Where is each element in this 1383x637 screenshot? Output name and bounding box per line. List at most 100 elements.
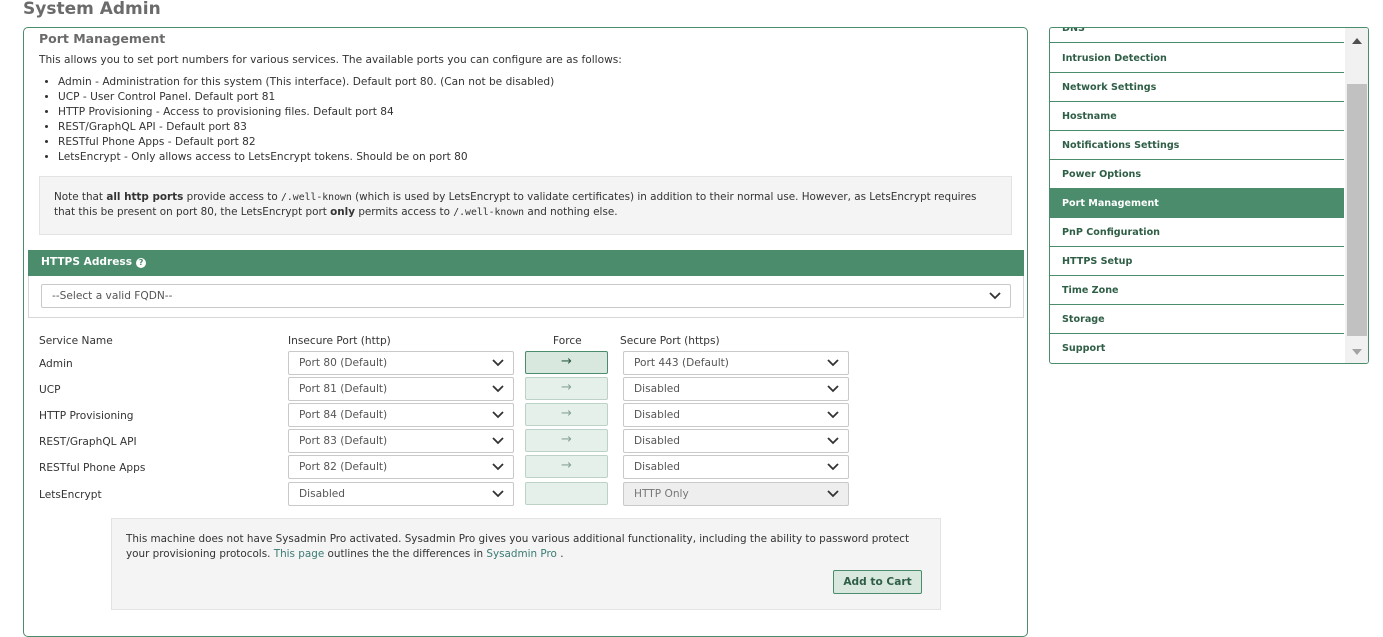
service-name-letsencrypt: LetsEncrypt bbox=[39, 489, 102, 501]
chevron-down-icon bbox=[491, 435, 505, 447]
note-text: provide access to bbox=[183, 191, 281, 203]
list-item: RESTful Phone Apps - Default port 82 bbox=[58, 135, 554, 150]
scrollbar-thumb[interactable] bbox=[1347, 84, 1367, 336]
sidebar-item-dns[interactable]: DNS bbox=[1050, 28, 1344, 43]
list-item: UCP - User Control Panel. Default port 8… bbox=[58, 90, 554, 105]
insecure-port-select-restful-phone-apps[interactable]: Port 82 (Default) bbox=[288, 455, 514, 479]
force-https-toggle-rest-graphql-api[interactable]: → bbox=[525, 429, 608, 452]
sidebar-item-storage[interactable]: Storage bbox=[1050, 305, 1344, 334]
note-bold: all http ports bbox=[106, 191, 184, 203]
header-service-name: Service Name bbox=[39, 335, 113, 347]
insecure-port-select-http-provisioning[interactable]: Port 84 (Default) bbox=[288, 403, 514, 427]
select-value: Port 81 (Default) bbox=[299, 383, 388, 395]
select-value: HTTP Only bbox=[634, 488, 689, 500]
sidebar-nav: DNS Intrusion Detection Network Settings… bbox=[1049, 27, 1369, 364]
secure-port-select-http-provisioning[interactable]: Disabled bbox=[623, 403, 849, 427]
header-force: Force bbox=[553, 335, 582, 347]
force-https-toggle-admin[interactable]: → bbox=[525, 351, 608, 374]
secure-port-select-admin[interactable]: Port 443 (Default) bbox=[623, 351, 849, 375]
service-name-rest-graphql-api: REST/GraphQL API bbox=[39, 436, 137, 448]
note-bold: only bbox=[330, 206, 356, 218]
chevron-down-icon bbox=[826, 461, 840, 473]
header-insecure-port: Insecure Port (http) bbox=[288, 335, 391, 347]
fqdn-select[interactable]: --Select a valid FQDN-- bbox=[41, 284, 1011, 308]
insecure-port-select-letsencrypt[interactable]: Disabled bbox=[288, 482, 514, 506]
chevron-down-icon bbox=[826, 357, 840, 369]
this-page-link[interactable]: This page bbox=[274, 548, 325, 560]
panel-title: Port Management bbox=[39, 31, 166, 46]
secure-port-select-restful-phone-apps[interactable]: Disabled bbox=[623, 455, 849, 479]
note-code: /.well-known bbox=[281, 192, 352, 203]
fqdn-section: --Select a valid FQDN-- bbox=[28, 276, 1024, 318]
sidebar-item-intrusion-detection[interactable]: Intrusion Detection bbox=[1050, 44, 1344, 73]
force-https-toggle-ucp[interactable]: → bbox=[525, 377, 608, 400]
select-value: Disabled bbox=[634, 383, 681, 395]
chevron-down-icon bbox=[491, 461, 505, 473]
chevron-down-icon bbox=[826, 488, 840, 500]
chevron-down-icon bbox=[491, 357, 505, 369]
sidebar-item-pnp-configuration[interactable]: PnP Configuration bbox=[1050, 218, 1344, 247]
chevron-down-icon bbox=[491, 383, 505, 395]
force-https-toggle-restful-phone-apps[interactable]: → bbox=[525, 455, 608, 478]
sidebar-item-support[interactable]: Support bbox=[1050, 334, 1344, 363]
intro-text: This allows you to set port numbers for … bbox=[39, 54, 622, 66]
sidebar-item-https-setup[interactable]: HTTPS Setup bbox=[1050, 247, 1344, 276]
note-code: /.well-known bbox=[453, 207, 525, 218]
force-https-toggle-letsencrypt bbox=[525, 482, 608, 505]
chevron-down-icon bbox=[826, 383, 840, 395]
service-name-http-provisioning: HTTP Provisioning bbox=[39, 410, 134, 422]
sidebar-item-time-zone[interactable]: Time Zone bbox=[1050, 276, 1344, 305]
question-circle-icon[interactable]: ? bbox=[136, 258, 147, 268]
select-value: Disabled bbox=[634, 435, 681, 447]
list-item: REST/GraphQL API - Default port 83 bbox=[58, 120, 554, 135]
well-known-note: Note that all http ports provide access … bbox=[39, 176, 1012, 235]
header-secure-port: Secure Port (https) bbox=[620, 335, 720, 347]
insecure-port-select-ucp[interactable]: Port 81 (Default) bbox=[288, 377, 514, 401]
fqdn-select-value: --Select a valid FQDN-- bbox=[52, 290, 173, 302]
secure-port-select-letsencrypt: HTTP Only bbox=[623, 482, 849, 506]
page-title: System Admin bbox=[23, 0, 161, 19]
select-value: Disabled bbox=[634, 461, 681, 473]
note-text: Note that bbox=[54, 191, 107, 203]
secure-port-select-ucp[interactable]: Disabled bbox=[623, 377, 849, 401]
scroll-up-arrow-icon[interactable] bbox=[1351, 36, 1363, 46]
port-management-panel: Port Management This allows you to set p… bbox=[23, 27, 1028, 637]
service-name-restful-phone-apps: RESTful Phone Apps bbox=[39, 462, 146, 474]
list-item: LetsEncrypt - Only allows access to Lets… bbox=[58, 150, 554, 165]
select-value: Port 443 (Default) bbox=[634, 357, 729, 369]
sysadmin-pro-link[interactable]: Sysadmin Pro bbox=[486, 548, 557, 560]
note-text: permits access to bbox=[355, 206, 454, 218]
list-item: HTTP Provisioning - Access to provisioni… bbox=[58, 105, 554, 120]
select-value: Port 82 (Default) bbox=[299, 461, 388, 473]
chevron-down-icon bbox=[491, 409, 505, 421]
force-https-toggle-http-provisioning[interactable]: → bbox=[525, 403, 608, 426]
add-to-cart-button[interactable]: Add to Cart bbox=[833, 570, 922, 594]
select-value: Port 80 (Default) bbox=[299, 357, 388, 369]
chevron-down-icon bbox=[826, 409, 840, 421]
https-address-header: HTTPS Address? bbox=[28, 250, 1024, 276]
secure-port-select-rest-graphql-api[interactable]: Disabled bbox=[623, 429, 849, 453]
sidebar-item-power-options[interactable]: Power Options bbox=[1050, 160, 1344, 189]
pro-text: outlines the the differences in bbox=[324, 548, 487, 560]
scroll-down-arrow-icon[interactable] bbox=[1351, 347, 1363, 357]
sysadmin-pro-notice: This machine does not have Sysadmin Pro … bbox=[111, 518, 941, 610]
select-value: Disabled bbox=[299, 488, 346, 500]
sidebar-item-hostname[interactable]: Hostname bbox=[1050, 102, 1344, 131]
sidebar-scrollbar[interactable] bbox=[1345, 28, 1368, 363]
note-text: and nothing else. bbox=[524, 206, 618, 218]
select-value: Disabled bbox=[634, 409, 681, 421]
select-value: Port 84 (Default) bbox=[299, 409, 388, 421]
insecure-port-select-rest-graphql-api[interactable]: Port 83 (Default) bbox=[288, 429, 514, 453]
chevron-down-icon bbox=[826, 435, 840, 447]
chevron-down-icon bbox=[988, 290, 1002, 302]
insecure-port-select-admin[interactable]: Port 80 (Default) bbox=[288, 351, 514, 375]
https-address-label: HTTPS Address bbox=[41, 256, 133, 268]
chevron-down-icon bbox=[491, 488, 505, 500]
service-name-admin: Admin bbox=[39, 358, 73, 370]
service-name-ucp: UCP bbox=[39, 384, 61, 396]
select-value: Port 83 (Default) bbox=[299, 435, 388, 447]
sidebar-item-port-management[interactable]: Port Management bbox=[1050, 189, 1344, 218]
sidebar-item-network-settings[interactable]: Network Settings bbox=[1050, 73, 1344, 102]
port-list: Admin - Administration for this system (… bbox=[39, 75, 554, 165]
sidebar-item-notifications-settings[interactable]: Notifications Settings bbox=[1050, 131, 1344, 160]
